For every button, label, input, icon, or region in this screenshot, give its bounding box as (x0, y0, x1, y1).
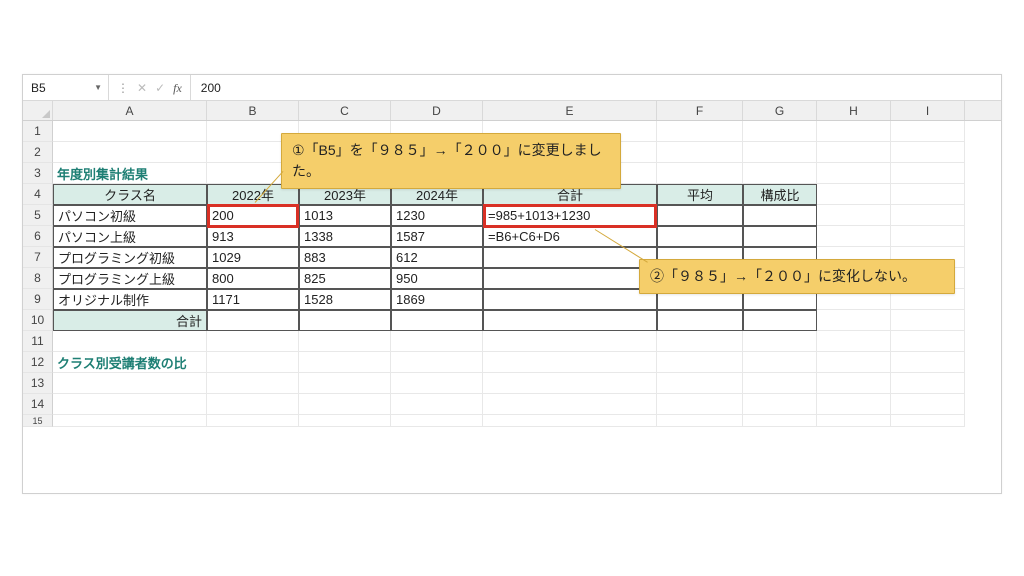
cell-B5[interactable]: 200 (207, 205, 299, 226)
row-10-total: 10 合計 (23, 310, 1001, 331)
th-ratio[interactable]: 構成比 (743, 184, 817, 205)
th-class[interactable]: クラス名 (53, 184, 207, 205)
formula-bar-value[interactable]: 200 (191, 81, 221, 95)
cell-C8[interactable]: 825 (299, 268, 391, 289)
section-title-12[interactable]: クラス別受講者数の比 (53, 352, 207, 373)
row-13: 13 (23, 373, 1001, 394)
cell-B7[interactable]: 1029 (207, 247, 299, 268)
row-header-7[interactable]: 7 (23, 247, 53, 268)
cell-A9[interactable]: オリジナル制作 (53, 289, 207, 310)
col-header-H[interactable]: H (817, 101, 891, 120)
cell-D8[interactable]: 950 (391, 268, 483, 289)
col-header-E[interactable]: E (483, 101, 657, 120)
row-11: 11 (23, 331, 1001, 352)
more-icon[interactable]: ⋮ (117, 82, 129, 94)
column-headers: A B C D E F G H I (23, 101, 1001, 121)
row-header-11[interactable]: 11 (23, 331, 53, 352)
callout-1-text: ①「B5」を「９８５」→「２００」に変更しました。 (292, 142, 602, 179)
cell-E5[interactable]: =985+1013+1230 (483, 205, 657, 226)
cell-B6[interactable]: 913 (207, 226, 299, 247)
name-box[interactable]: B5 ▼ (23, 75, 109, 100)
row-header-10[interactable]: 10 (23, 310, 53, 331)
cell-D5[interactable]: 1230 (391, 205, 483, 226)
callout-2: ②「９８５」→「２００」に変化しない。 (639, 259, 955, 294)
row-header-9[interactable]: 9 (23, 289, 53, 310)
cell-C5[interactable]: 1013 (299, 205, 391, 226)
row-header-5[interactable]: 5 (23, 205, 53, 226)
cancel-icon[interactable]: ✕ (137, 82, 147, 94)
row-14: 14 (23, 394, 1001, 415)
cell-C6[interactable]: 1338 (299, 226, 391, 247)
cell-A7[interactable]: プログラミング初級 (53, 247, 207, 268)
row-15: 15 (23, 415, 1001, 427)
cell-D7[interactable]: 612 (391, 247, 483, 268)
row-5: 5 パソコン初級 200 1013 1230 =985+1013+1230 (23, 205, 1001, 226)
chevron-down-icon[interactable]: ▼ (94, 83, 102, 92)
row-header-4[interactable]: 4 (23, 184, 53, 205)
cell-E6[interactable]: =B6+C6+D6 (483, 226, 657, 247)
callout-2-text: ②「９８５」→「２００」に変化しない。 (650, 268, 916, 284)
row-6: 6 パソコン上級 913 1338 1587 =B6+C6+D6 (23, 226, 1001, 247)
cell-C7[interactable]: 883 (299, 247, 391, 268)
col-header-A[interactable]: A (53, 101, 207, 120)
cell-A8[interactable]: プログラミング上級 (53, 268, 207, 289)
name-box-value: B5 (31, 81, 46, 95)
cell-A6[interactable]: パソコン上級 (53, 226, 207, 247)
formula-bar-buttons: ⋮ ✕ ✓ fx (109, 75, 191, 100)
formula-bar: B5 ▼ ⋮ ✕ ✓ fx 200 (23, 75, 1001, 101)
section-title[interactable]: 年度別集計結果 (53, 163, 207, 184)
row-header-8[interactable]: 8 (23, 268, 53, 289)
cell-C9[interactable]: 1528 (299, 289, 391, 310)
callout-1: ①「B5」を「９８５」→「２００」に変更しました。 (281, 133, 621, 189)
th-avg[interactable]: 平均 (657, 184, 743, 205)
row-header-12[interactable]: 12 (23, 352, 53, 373)
cell-A10[interactable]: 合計 (53, 310, 207, 331)
row-header-1[interactable]: 1 (23, 121, 53, 142)
col-header-F[interactable]: F (657, 101, 743, 120)
row-12: 12 クラス別受講者数の比 (23, 352, 1001, 373)
col-header-D[interactable]: D (391, 101, 483, 120)
cell-B8[interactable]: 800 (207, 268, 299, 289)
row-header-2[interactable]: 2 (23, 142, 53, 163)
cell-B9[interactable]: 1171 (207, 289, 299, 310)
cell-D9[interactable]: 1869 (391, 289, 483, 310)
col-header-I[interactable]: I (891, 101, 965, 120)
select-all-corner[interactable] (23, 101, 53, 120)
fx-icon[interactable]: fx (173, 82, 182, 94)
row-header-3[interactable]: 3 (23, 163, 53, 184)
col-header-C[interactable]: C (299, 101, 391, 120)
col-header-B[interactable]: B (207, 101, 299, 120)
confirm-icon[interactable]: ✓ (155, 82, 165, 94)
col-header-G[interactable]: G (743, 101, 817, 120)
row-header-6[interactable]: 6 (23, 226, 53, 247)
grid: A B C D E F G H I 1 2 3 (23, 101, 1001, 427)
cell-A5[interactable]: パソコン初級 (53, 205, 207, 226)
excel-screenshot: B5 ▼ ⋮ ✕ ✓ fx 200 A B C D E F G H (22, 74, 1002, 494)
cell-D6[interactable]: 1587 (391, 226, 483, 247)
